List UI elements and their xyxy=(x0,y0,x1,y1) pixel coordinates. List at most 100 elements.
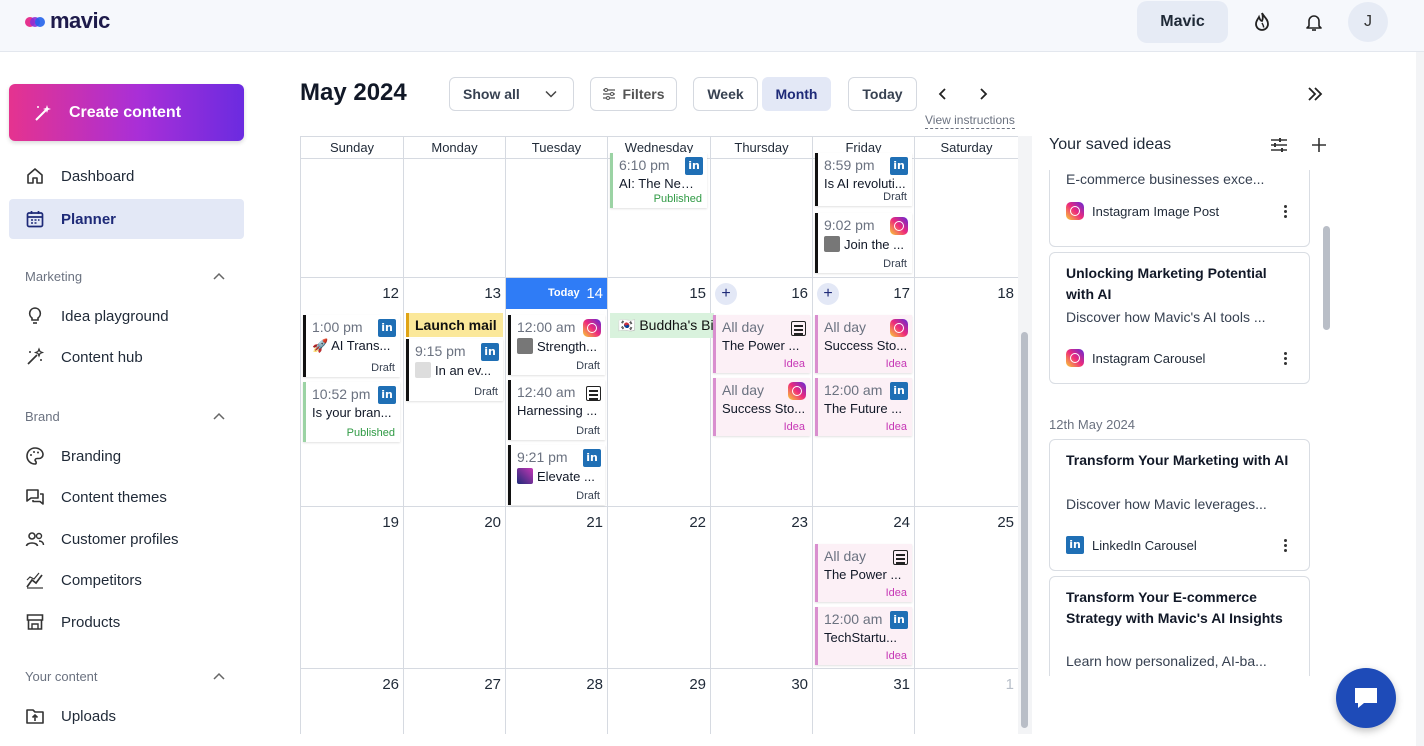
day-cell[interactable]: 18 xyxy=(915,278,1018,507)
calendar-event[interactable]: All day The Power ... Idea xyxy=(713,315,810,373)
filters-button[interactable]: Filters xyxy=(590,77,677,111)
nav-competitors[interactable]: Competitors xyxy=(9,560,244,600)
calendar-event[interactable]: 8:59 pm in Is AI revoluti... Draft xyxy=(815,153,912,206)
mavic-logo-icon xyxy=(25,17,45,27)
page-scrollbar[interactable] xyxy=(1416,52,1424,746)
nav-content-hub[interactable]: Content hub xyxy=(9,337,244,377)
day-cell[interactable]: 22 xyxy=(608,507,711,669)
filter-sliders-icon[interactable] xyxy=(1269,135,1289,155)
more-vertical-icon[interactable] xyxy=(1275,348,1295,368)
idea-card[interactable]: E-commerce businesses exce... Instagram … xyxy=(1049,170,1310,247)
view-instructions-link[interactable]: View instructions xyxy=(925,113,1015,129)
day-number: 25 xyxy=(997,514,1014,531)
day-cell[interactable]: 15 🇰🇷 Buddha's Birthday xyxy=(608,278,714,507)
day-cell[interactable]: 29 xyxy=(608,669,711,734)
previous-month-button[interactable] xyxy=(933,84,953,104)
nav-dashboard[interactable]: Dashboard xyxy=(9,156,244,196)
nav-competitors-label: Competitors xyxy=(61,571,142,589)
nav-idea-playground[interactable]: Idea playground xyxy=(9,296,244,336)
calendar-event[interactable]: 9:21 pm in Elevate ... Draft xyxy=(508,445,605,505)
day-cell[interactable]: 19 xyxy=(301,507,404,669)
idea-card[interactable]: Transform Your Marketing with AI Discove… xyxy=(1049,439,1310,571)
calendar-event[interactable]: All day Success Sto... Idea xyxy=(815,315,912,373)
create-content-button[interactable]: Create content xyxy=(9,84,244,141)
day-cell[interactable]: + 17 All day Success Sto... Idea 12:00 a… xyxy=(813,278,915,507)
calendar-event[interactable]: 6:10 pm in AI: The New ... Published xyxy=(610,153,707,208)
day-cell[interactable]: 13 Launch mail 9:15 pm in In an ev... Dr… xyxy=(404,278,506,507)
today-button[interactable]: Today xyxy=(848,77,917,111)
collapse-panel-button[interactable] xyxy=(1303,84,1327,104)
saved-ideas-scrollbar[interactable] xyxy=(1321,170,1333,676)
holiday-event[interactable]: 🇰🇷 Buddha's Birthday xyxy=(610,313,714,338)
weekday-header: Sunday xyxy=(301,137,404,159)
add-event-button[interactable]: + xyxy=(715,283,737,305)
scrollbar-thumb[interactable] xyxy=(1323,226,1330,330)
calendar-event[interactable]: 12:00 am in TechStartu... Idea xyxy=(815,607,912,665)
support-chat-button[interactable] xyxy=(1336,668,1396,728)
day-cell[interactable]: 24 All day The Power ... Idea 12:00 am i… xyxy=(813,507,915,669)
user-avatar[interactable]: J xyxy=(1348,2,1388,42)
plus-icon[interactable] xyxy=(1309,135,1329,155)
show-filter-select[interactable]: Show all xyxy=(449,77,574,111)
day-cell[interactable]: 31 xyxy=(813,669,915,734)
day-cell[interactable] xyxy=(301,159,404,278)
day-cell[interactable] xyxy=(711,159,813,278)
day-cell[interactable] xyxy=(506,159,608,278)
calendar-event[interactable]: All day The Power ... Idea xyxy=(815,544,912,602)
linkedin-icon: in xyxy=(685,157,703,175)
calendar-event[interactable]: 12:00 am Strength... Draft xyxy=(508,315,605,375)
day-cell[interactable]: 28 xyxy=(506,669,608,734)
calendar-event[interactable]: 12:40 am Harnessing ... Draft xyxy=(508,380,605,440)
calendar-event[interactable]: 10:52 pm in Is your bran... Published xyxy=(303,382,400,442)
nav-products[interactable]: Products xyxy=(9,602,244,642)
nav-content-themes[interactable]: Content themes xyxy=(9,477,244,517)
calendar-scrollbar[interactable] xyxy=(1018,136,1032,734)
day-cell[interactable]: 20 xyxy=(404,507,506,669)
nav-branding[interactable]: Branding xyxy=(9,436,244,476)
day-cell[interactable]: 27 xyxy=(404,669,506,734)
event-title: Elevate ... xyxy=(517,468,601,484)
section-brand[interactable]: Brand xyxy=(25,406,225,426)
day-cell[interactable] xyxy=(404,159,506,278)
calendar-event[interactable]: 12:00 am in The Future ... Idea xyxy=(815,378,912,436)
day-cell[interactable]: 6:10 pm in AI: The New ... Published xyxy=(608,153,711,278)
section-marketing[interactable]: Marketing xyxy=(25,266,225,286)
scrollbar-thumb[interactable] xyxy=(1021,332,1028,728)
nav-customer-profiles[interactable]: Customer profiles xyxy=(9,519,244,559)
day-cell[interactable]: 21 xyxy=(506,507,608,669)
day-cell[interactable]: 25 xyxy=(915,507,1018,669)
event-status: Idea xyxy=(783,358,805,370)
idea-card[interactable]: Unlocking Marketing Potential with AI Di… xyxy=(1049,252,1310,384)
nav-uploads[interactable]: Uploads xyxy=(9,696,244,736)
section-your-content[interactable]: Your content xyxy=(25,666,225,686)
day-cell[interactable]: 12 1:00 pm in 🚀 AI Trans... Draft 10:52 … xyxy=(301,278,404,507)
week-view-button[interactable]: Week xyxy=(693,77,758,111)
bell-icon[interactable] xyxy=(1302,10,1326,34)
app-logo[interactable]: mavic xyxy=(24,8,110,34)
day-number: 19 xyxy=(382,514,399,531)
day-cell[interactable]: Today 14 12:00 am Strength... Draft 12:4… xyxy=(506,278,608,507)
more-vertical-icon[interactable] xyxy=(1275,535,1295,555)
next-month-button[interactable] xyxy=(973,84,993,104)
month-view-button[interactable]: Month xyxy=(762,77,831,111)
day-cell[interactable]: 1 xyxy=(915,669,1018,734)
calendar-event[interactable]: All day Success Sto... Idea xyxy=(713,378,810,436)
day-cell[interactable]: 8:59 pm in Is AI revoluti... Draft 9:02 … xyxy=(813,153,915,278)
event-time: 9:15 pm xyxy=(415,343,466,359)
brand-switcher-button[interactable]: Mavic xyxy=(1137,1,1228,43)
day-cell[interactable]: + 16 All day The Power ... Idea All day … xyxy=(711,278,813,507)
day-cell[interactable] xyxy=(915,159,1018,278)
calendar-event[interactable]: 1:00 pm in 🚀 AI Trans... Draft xyxy=(303,315,400,377)
streak-flame-icon[interactable] xyxy=(1250,10,1274,34)
day-cell[interactable]: 26 xyxy=(301,669,404,734)
idea-card[interactable]: Transform Your E-commerce Strategy with … xyxy=(1049,576,1310,676)
nav-planner[interactable]: Planner xyxy=(9,199,244,239)
add-event-button[interactable]: + xyxy=(817,283,839,305)
calendar-event-banner[interactable]: Launch mail xyxy=(406,313,503,337)
day-cell[interactable]: 30 xyxy=(711,669,813,734)
more-vertical-icon[interactable] xyxy=(1275,201,1295,221)
calendar-event[interactable]: 9:15 pm in In an ev... Draft xyxy=(406,339,503,401)
calendar-event[interactable]: 9:02 pm Join the ... Draft xyxy=(815,213,912,273)
instagram-icon xyxy=(890,319,908,337)
day-cell[interactable]: 23 xyxy=(711,507,813,669)
